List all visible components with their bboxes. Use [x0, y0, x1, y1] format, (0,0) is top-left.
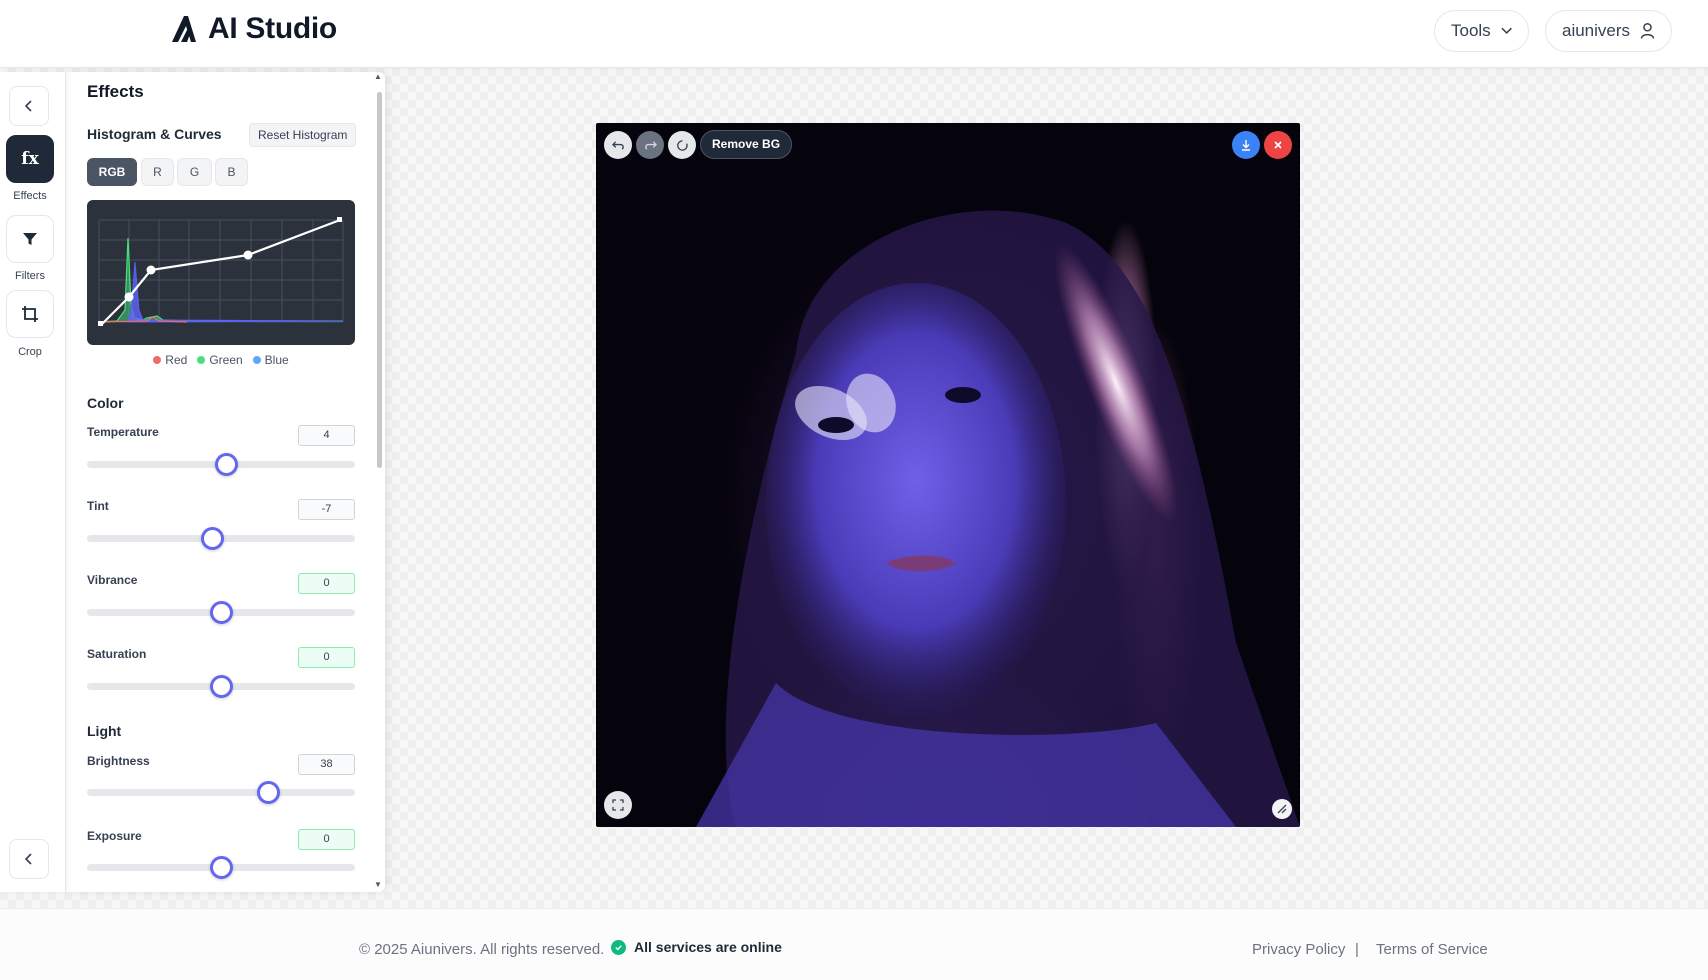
- user-menu-button[interactable]: aiunivers: [1545, 10, 1672, 52]
- curve-point[interactable]: [146, 265, 156, 275]
- scroll-up-arrow[interactable]: ▲: [374, 72, 382, 81]
- saturation-label: Saturation: [87, 647, 147, 661]
- effects-tool-button[interactable]: fx: [6, 135, 54, 183]
- user-icon: [1640, 22, 1655, 39]
- temperature-label: Temperature: [87, 425, 159, 439]
- privacy-policy-link[interactable]: Privacy Policy: [1252, 941, 1345, 958]
- exposure-slider[interactable]: [87, 856, 355, 879]
- scroll-down-arrow[interactable]: ▼: [374, 880, 382, 889]
- reset-histogram-button[interactable]: Reset Histogram: [249, 123, 357, 147]
- temperature-slider[interactable]: [87, 453, 355, 476]
- histogram-legend: Red Green Blue: [87, 353, 355, 367]
- saturation-slider-thumb[interactable]: [210, 675, 233, 698]
- footer: © 2025 Aiunivers. All rights reserved. A…: [0, 908, 1708, 980]
- brightness-label: Brightness: [87, 754, 150, 768]
- undo-button[interactable]: [604, 131, 632, 159]
- filters-tool-label: Filters: [15, 270, 45, 282]
- curve-endpoint[interactable]: [98, 321, 103, 326]
- channel-tab-rgb[interactable]: RGB: [87, 158, 137, 186]
- color-group-title: Color: [87, 395, 124, 411]
- vibrance-slider-thumb[interactable]: [210, 601, 233, 624]
- download-button[interactable]: [1232, 131, 1260, 159]
- curve-point[interactable]: [243, 250, 253, 260]
- resize-icon: [1277, 804, 1287, 814]
- panel-title: Effects: [87, 82, 144, 101]
- terms-of-service-link[interactable]: Terms of Service: [1376, 941, 1488, 958]
- effects-panel: ▲ ▼ Effects Histogram & Curves Reset His…: [66, 72, 385, 892]
- logo[interactable]: AI Studio: [170, 12, 337, 46]
- brightness-value-input[interactable]: 38: [298, 754, 355, 775]
- download-icon: [1242, 140, 1250, 151]
- funnel-icon: [23, 233, 37, 245]
- undo-icon: [611, 140, 624, 150]
- curve-point[interactable]: [124, 292, 134, 302]
- chevron-down-icon: [1501, 27, 1512, 34]
- effects-tool-label: Effects: [13, 190, 47, 202]
- temperature-value-input[interactable]: 4: [298, 425, 355, 446]
- redo-icon: [644, 140, 657, 150]
- exposure-value-input[interactable]: 0: [298, 829, 355, 850]
- check-circle-icon: [611, 939, 626, 955]
- reset-image-button[interactable]: [668, 131, 696, 159]
- legend-green: Green: [197, 353, 243, 367]
- tint-slider-thumb[interactable]: [200, 527, 224, 550]
- histogram-graph: [98, 217, 344, 326]
- tools-label: Tools: [1451, 21, 1491, 40]
- channel-tab-g[interactable]: G: [177, 158, 212, 186]
- app-title: AI Studio: [208, 12, 337, 45]
- saturation-value-input[interactable]: 0: [298, 647, 355, 668]
- panel-scrollbar[interactable]: [377, 92, 382, 468]
- curve-endpoint[interactable]: [337, 217, 342, 222]
- temperature-slider-thumb[interactable]: [215, 453, 239, 476]
- status-text: All services are online: [634, 939, 782, 955]
- filters-tool-button[interactable]: [6, 215, 54, 263]
- histogram-title: Histogram & Curves: [87, 126, 222, 142]
- top-header: AI Studio Tools aiunivers: [0, 0, 1708, 68]
- legend-red: Red: [153, 353, 187, 367]
- username: aiunivers: [1562, 21, 1631, 40]
- image-preview[interactable]: Remove BG: [596, 123, 1300, 827]
- copyright-text: © 2025 Aiunivers. All rights reserved.: [359, 941, 605, 958]
- tint-value-input[interactable]: -7: [298, 499, 355, 520]
- crop-tool-button[interactable]: [6, 290, 54, 338]
- fullscreen-button[interactable]: [604, 791, 632, 819]
- crop-icon: [22, 306, 38, 322]
- saturation-slider[interactable]: [87, 675, 355, 698]
- tools-dropdown-button[interactable]: Tools: [1434, 10, 1529, 52]
- exposure-slider-thumb[interactable]: [210, 856, 233, 879]
- resize-handle[interactable]: [1272, 799, 1292, 819]
- effects-icon: fx: [21, 149, 39, 169]
- redo-button[interactable]: [636, 131, 664, 159]
- vibrance-slider[interactable]: [87, 601, 355, 624]
- brightness-slider[interactable]: [87, 781, 355, 804]
- channel-tab-r[interactable]: R: [141, 158, 174, 186]
- crop-tool-label: Crop: [18, 346, 42, 358]
- tint-label: Tint: [87, 499, 109, 513]
- close-icon: [1274, 141, 1282, 149]
- collapse-rail-button[interactable]: [9, 86, 49, 126]
- legend-blue: Blue: [252, 353, 289, 367]
- chevron-left-icon: [24, 853, 32, 865]
- expand-icon: [612, 799, 624, 811]
- chevron-left-icon: [24, 100, 32, 112]
- close-image-button[interactable]: [1264, 131, 1292, 159]
- service-status: All services are online: [611, 939, 782, 955]
- portrait-image: [696, 210, 1300, 827]
- vibrance-value-input[interactable]: 0: [298, 573, 355, 594]
- brightness-slider-thumb[interactable]: [256, 781, 280, 804]
- channel-tab-b[interactable]: B: [215, 158, 248, 186]
- exposure-label: Exposure: [87, 829, 142, 843]
- remove-bg-button[interactable]: Remove BG: [700, 130, 793, 159]
- histogram-curve-editor[interactable]: [87, 200, 355, 345]
- footer-separator: |: [1355, 941, 1359, 958]
- vibrance-label: Vibrance: [87, 573, 138, 587]
- light-group-title: Light: [87, 723, 122, 739]
- logo-icon: [172, 16, 196, 42]
- tool-rail: fx Effects Filters Crop: [0, 72, 66, 892]
- refresh-icon: [676, 139, 688, 151]
- collapse-panel-button[interactable]: [9, 839, 49, 879]
- tint-slider[interactable]: [87, 527, 355, 550]
